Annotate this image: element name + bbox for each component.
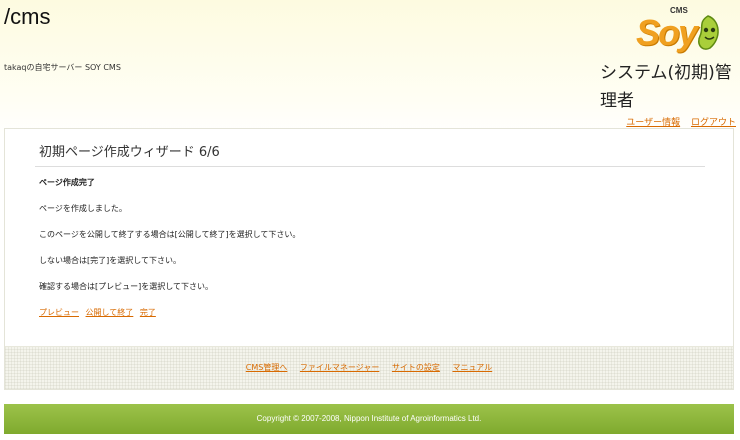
copyright-bar: Copyright © 2007-2008, Nippon Institute … [4, 404, 734, 434]
wizard-title: 初期ページ作成ウィザード 6/6 [35, 139, 705, 167]
message-publish-hint: このページを公開して終了する場合は[公開して終了]を選択して下さい。 [39, 230, 301, 239]
preview-link[interactable]: プレビュー [39, 308, 79, 317]
soybean-leaf-icon [698, 15, 719, 50]
manual-link[interactable]: マニュアル [452, 363, 492, 372]
footer-links: CMS管理へ ファイルマネージャー サイトの設定 マニュアル [5, 362, 733, 373]
section-title: ページ作成完了 [39, 178, 95, 187]
user-links: ユーザー情報 ログアウト [618, 115, 736, 128]
message-preview-hint: 確認する場合は[プレビュー]を選択して下さい。 [39, 282, 213, 291]
publish-link[interactable]: 公開して終了 [86, 308, 134, 317]
user-role: システム(初期)管 理者 [600, 59, 738, 115]
message-created: ページを作成しました。 [39, 204, 127, 213]
wizard-content: 初期ページ作成ウィザード 6/6 ページ作成完了 ページを作成しました。 このペ… [35, 139, 705, 318]
site-subtitle: takaqの自宅サーバー SOY CMS [4, 63, 121, 72]
site-settings-link[interactable]: サイトの設定 [392, 363, 440, 372]
soy-cms-logo[interactable]: CMS Soy [634, 6, 724, 54]
wizard-panel: 初期ページ作成ウィザード 6/6 ページ作成完了 ページを作成しました。 このペ… [4, 128, 734, 390]
panel-footer: CMS管理へ ファイルマネージャー サイトの設定 マニュアル [5, 346, 733, 389]
message-finish-hint: しない場合は[完了]を選択して下さい。 [39, 256, 182, 265]
wizard-actions: プレビュー 公開して終了 完了 [39, 307, 705, 318]
logout-link[interactable]: ログアウト [691, 118, 736, 128]
user-info-link[interactable]: ユーザー情報 [626, 118, 680, 128]
logo-soy-text: Soy [636, 12, 698, 53]
user-role-line1: システム(初期)管 [600, 63, 732, 83]
user-role-line2: 理者 [600, 91, 634, 111]
cms-admin-link[interactable]: CMS管理へ [246, 363, 288, 372]
site-title: /cms [4, 4, 51, 29]
finish-link[interactable]: 完了 [140, 308, 156, 317]
file-manager-link[interactable]: ファイルマネージャー [300, 363, 379, 372]
